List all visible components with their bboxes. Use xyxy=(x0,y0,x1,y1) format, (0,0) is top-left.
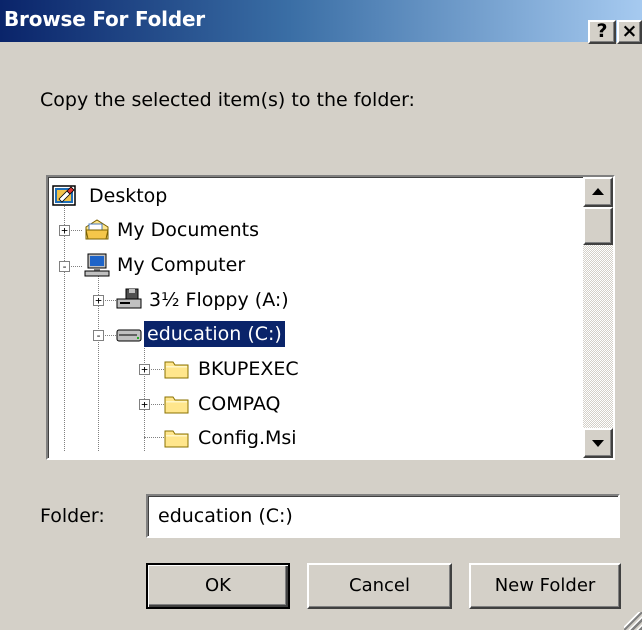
title-bar[interactable]: Browse For Folder xyxy=(0,0,642,42)
arrow-down-icon xyxy=(592,440,604,447)
folder-icon xyxy=(164,396,189,414)
expand-toggle[interactable]: + xyxy=(59,225,70,236)
resize-grip[interactable] xyxy=(624,612,642,630)
window-title: Browse For Folder xyxy=(4,7,205,31)
instruction-text: Copy the selected item(s) to the folder: xyxy=(40,89,415,111)
expand-toggle[interactable]: + xyxy=(139,364,150,375)
scroll-down-button[interactable] xyxy=(583,428,613,458)
desktop-icon xyxy=(52,185,76,206)
tree-item-label: My Documents xyxy=(117,219,260,241)
folder-label: Folder: xyxy=(40,505,105,527)
tree-connector xyxy=(144,437,164,438)
folder-icon xyxy=(164,454,190,460)
folder-icon xyxy=(164,361,189,379)
folder-input[interactable] xyxy=(146,494,620,538)
folder-icon xyxy=(164,430,189,448)
vertical-scrollbar[interactable] xyxy=(583,177,613,458)
help-button[interactable]: ? xyxy=(588,20,616,44)
close-button[interactable]: × xyxy=(617,20,642,44)
tree-item-label: education (C:) xyxy=(144,321,285,347)
scrollbar-thumb[interactable] xyxy=(583,207,613,245)
floppy-drive-icon xyxy=(116,288,142,309)
scroll-up-button[interactable] xyxy=(583,177,613,207)
collapse-toggle[interactable]: - xyxy=(59,261,70,272)
tree-connector xyxy=(64,203,65,451)
cancel-button[interactable]: Cancel xyxy=(307,563,452,609)
my-computer-icon xyxy=(84,253,110,277)
folder-tree[interactable]: Desktop + My Documents - My Computer + 3… xyxy=(46,175,615,460)
tree-item-label: COMPAQ xyxy=(198,393,281,415)
tree-item-label: 3½ Floppy (A:) xyxy=(149,289,289,311)
my-documents-icon xyxy=(85,219,109,240)
arrow-up-icon xyxy=(592,188,604,195)
tree-item-label: My Computer xyxy=(117,254,246,276)
tree-item-label: Config.Msi xyxy=(198,427,297,449)
hard-drive-icon xyxy=(116,329,142,342)
expand-toggle[interactable]: + xyxy=(139,399,150,410)
expand-toggle[interactable]: + xyxy=(93,295,104,306)
collapse-toggle[interactable]: - xyxy=(93,330,104,341)
tree-connector xyxy=(144,343,145,451)
new-folder-button[interactable]: New Folder xyxy=(469,563,621,609)
tree-item-label: Desktop xyxy=(89,185,168,207)
ok-button[interactable]: OK xyxy=(146,563,290,609)
tree-item-label: BKUPEXEC xyxy=(198,358,299,380)
